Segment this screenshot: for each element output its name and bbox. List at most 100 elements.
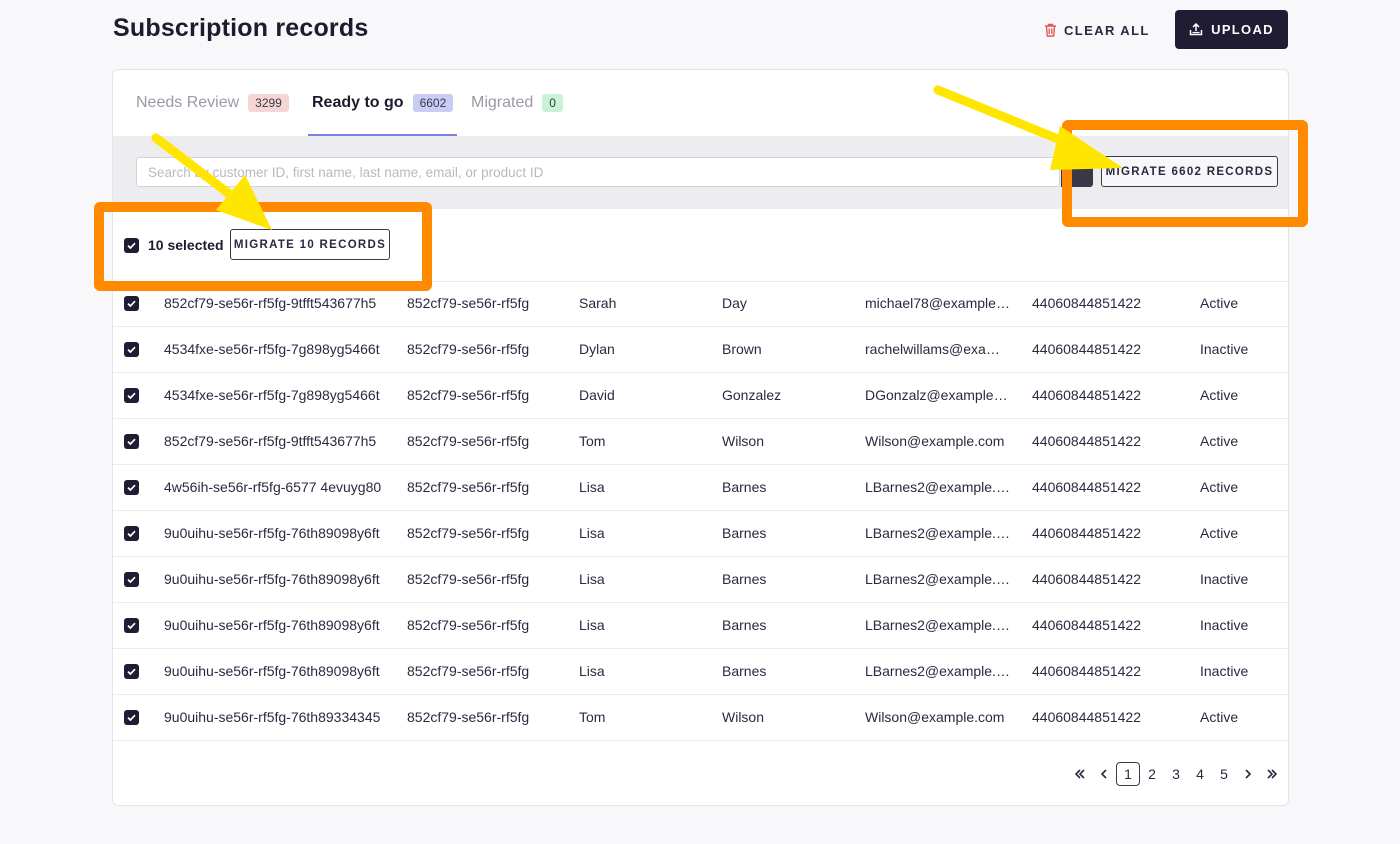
customer-id-cell: 9u0uihu-se56r-rf5fg-76th89098y6ft	[164, 617, 380, 633]
check-icon	[127, 622, 136, 630]
tab-ready-to-go[interactable]: Ready to go 6602	[307, 70, 458, 136]
first-page-button[interactable]	[1068, 762, 1092, 786]
product-id-cell: 852cf79-se56r-rf5fg	[407, 387, 530, 403]
table-row: 4534fxe-se56r-rf5fg-7g898yg5466t 852cf79-…	[113, 373, 1288, 419]
last-name-cell: Wilson	[722, 433, 765, 449]
last-name-cell: Wilson	[722, 709, 765, 725]
check-icon	[127, 484, 136, 492]
row-checkbox[interactable]	[124, 664, 139, 679]
highlight-box-migrate-selected	[94, 202, 432, 291]
phone-cell: 44060844851422	[1032, 571, 1142, 587]
customer-id-cell: 9u0uihu-se56r-rf5fg-76th89098y6ft	[164, 663, 380, 679]
product-id-cell: 852cf79-se56r-rf5fg	[407, 617, 530, 633]
table-row: 9u0uihu-se56r-rf5fg-76th89098y6ft 852cf79…	[113, 649, 1288, 695]
row-checkbox[interactable]	[124, 480, 139, 495]
last-name-cell: Barnes	[722, 571, 767, 587]
clear-all-label: CLEAR ALL	[1064, 22, 1150, 38]
page-3-button[interactable]: 3	[1164, 762, 1188, 786]
next-page-button[interactable]	[1236, 762, 1260, 786]
tab-label: Needs Review	[136, 94, 240, 111]
last-name-cell: Barnes	[722, 479, 767, 495]
table-row: 4w56ih-se56r-rf5fg-6577 4evuyg80 852cf79-…	[113, 465, 1288, 511]
tab-label: Ready to go	[312, 94, 404, 111]
chevron-left-icon	[1100, 769, 1107, 779]
row-checkbox[interactable]	[124, 342, 139, 357]
status-cell: Active	[1200, 433, 1239, 449]
customer-id-cell: 4w56ih-se56r-rf5fg-6577 4evuyg80	[164, 479, 382, 495]
product-id-cell: 852cf79-se56r-rf5fg	[407, 663, 530, 679]
row-checkbox[interactable]	[124, 434, 139, 449]
email-cell: Wilson@example.com	[865, 433, 1005, 449]
email-cell: DGonzalz@example.com	[865, 387, 1010, 403]
check-icon	[127, 668, 136, 676]
row-checkbox[interactable]	[124, 618, 139, 633]
row-checkbox[interactable]	[124, 526, 139, 541]
page-2-button[interactable]: 2	[1140, 762, 1164, 786]
count-badge: 0	[542, 94, 563, 112]
status-cell: Inactive	[1200, 571, 1249, 587]
prev-page-button[interactable]	[1092, 762, 1116, 786]
customer-id-cell: 9u0uihu-se56r-rf5fg-76th89098y6ft	[164, 571, 380, 587]
table-row: 9u0uihu-se56r-rf5fg-76th89098y6ft 852cf79…	[113, 557, 1288, 603]
customer-id-cell: 4534fxe-se56r-rf5fg-7g898yg5466t	[164, 387, 380, 403]
phone-cell: 44060844851422	[1032, 433, 1142, 449]
search-input[interactable]	[136, 157, 1060, 187]
last-name-cell: Barnes	[722, 663, 767, 679]
row-checkbox[interactable]	[124, 388, 139, 403]
email-cell: michael78@example.com	[865, 295, 1010, 311]
status-cell: Active	[1200, 479, 1239, 495]
check-icon	[127, 576, 136, 584]
last-name-cell: Gonzalez	[722, 387, 782, 403]
check-icon	[127, 346, 136, 354]
first-name-cell: Tom	[579, 433, 606, 449]
product-id-cell: 852cf79-se56r-rf5fg	[407, 341, 530, 357]
status-cell: Active	[1200, 387, 1239, 403]
check-icon	[127, 300, 136, 308]
count-badge: 3299	[248, 94, 289, 112]
email-cell: LBarnes2@example.com	[865, 571, 1010, 587]
phone-cell: 44060844851422	[1032, 617, 1142, 633]
tab-label: Migrated	[471, 94, 534, 111]
last-name-cell: Barnes	[722, 525, 767, 541]
check-icon	[127, 392, 136, 400]
first-name-cell: Lisa	[579, 571, 605, 587]
upload-icon	[1189, 23, 1203, 36]
first-name-cell: Sarah	[579, 295, 617, 311]
first-name-cell: Dylan	[579, 341, 615, 357]
row-checkbox[interactable]	[124, 710, 139, 725]
row-checkbox[interactable]	[124, 296, 139, 311]
customer-id-cell: 852cf79-se56r-rf5fg-9tfft543677h5	[164, 295, 377, 311]
customer-id-cell: 9u0uihu-se56r-rf5fg-76th89334345	[164, 709, 381, 725]
first-name-cell: Lisa	[579, 663, 605, 679]
first-name-cell: David	[579, 387, 615, 403]
last-name-cell: Day	[722, 295, 747, 311]
upload-label: UPLOAD	[1211, 22, 1274, 37]
clear-all-button[interactable]: CLEAR ALL	[1036, 12, 1158, 48]
status-cell: Inactive	[1200, 617, 1249, 633]
product-id-cell: 852cf79-se56r-rf5fg	[407, 433, 530, 449]
row-checkbox[interactable]	[124, 572, 139, 587]
phone-cell: 44060844851422	[1032, 663, 1142, 679]
tab-migrated[interactable]: Migrated 0	[471, 70, 563, 136]
product-id-cell: 852cf79-se56r-rf5fg	[407, 525, 530, 541]
email-cell: Wilson@example.com	[865, 709, 1005, 725]
page-4-button[interactable]: 4	[1188, 762, 1212, 786]
highlight-box-migrate-all	[1062, 120, 1308, 227]
phone-cell: 44060844851422	[1032, 295, 1142, 311]
upload-button[interactable]: UPLOAD	[1175, 10, 1288, 49]
page-5-button[interactable]: 5	[1212, 762, 1236, 786]
last-page-button[interactable]	[1260, 762, 1284, 786]
product-id-cell: 852cf79-se56r-rf5fg	[407, 571, 530, 587]
phone-cell: 44060844851422	[1032, 387, 1142, 403]
email-cell: rachelwillams@example.com	[865, 341, 1010, 357]
customer-id-cell: 9u0uihu-se56r-rf5fg-76th89098y6ft	[164, 525, 380, 541]
email-cell: LBarnes2@example.com	[865, 617, 1010, 633]
table-row: 852cf79-se56r-rf5fg-9tfft543677h5 852cf79…	[113, 419, 1288, 465]
table-row: 4534fxe-se56r-rf5fg-7g898yg5466t 852cf79-…	[113, 327, 1288, 373]
records-table: 852cf79-se56r-rf5fg-9tfft543677h5 852cf79…	[113, 281, 1288, 741]
customer-id-cell: 852cf79-se56r-rf5fg-9tfft543677h5	[164, 433, 377, 449]
pagination: 1 2 3 4 5	[1068, 762, 1284, 786]
page-1-button[interactable]: 1	[1116, 762, 1140, 786]
status-cell: Inactive	[1200, 341, 1249, 357]
tab-needs-review[interactable]: Needs Review 3299	[136, 70, 289, 136]
